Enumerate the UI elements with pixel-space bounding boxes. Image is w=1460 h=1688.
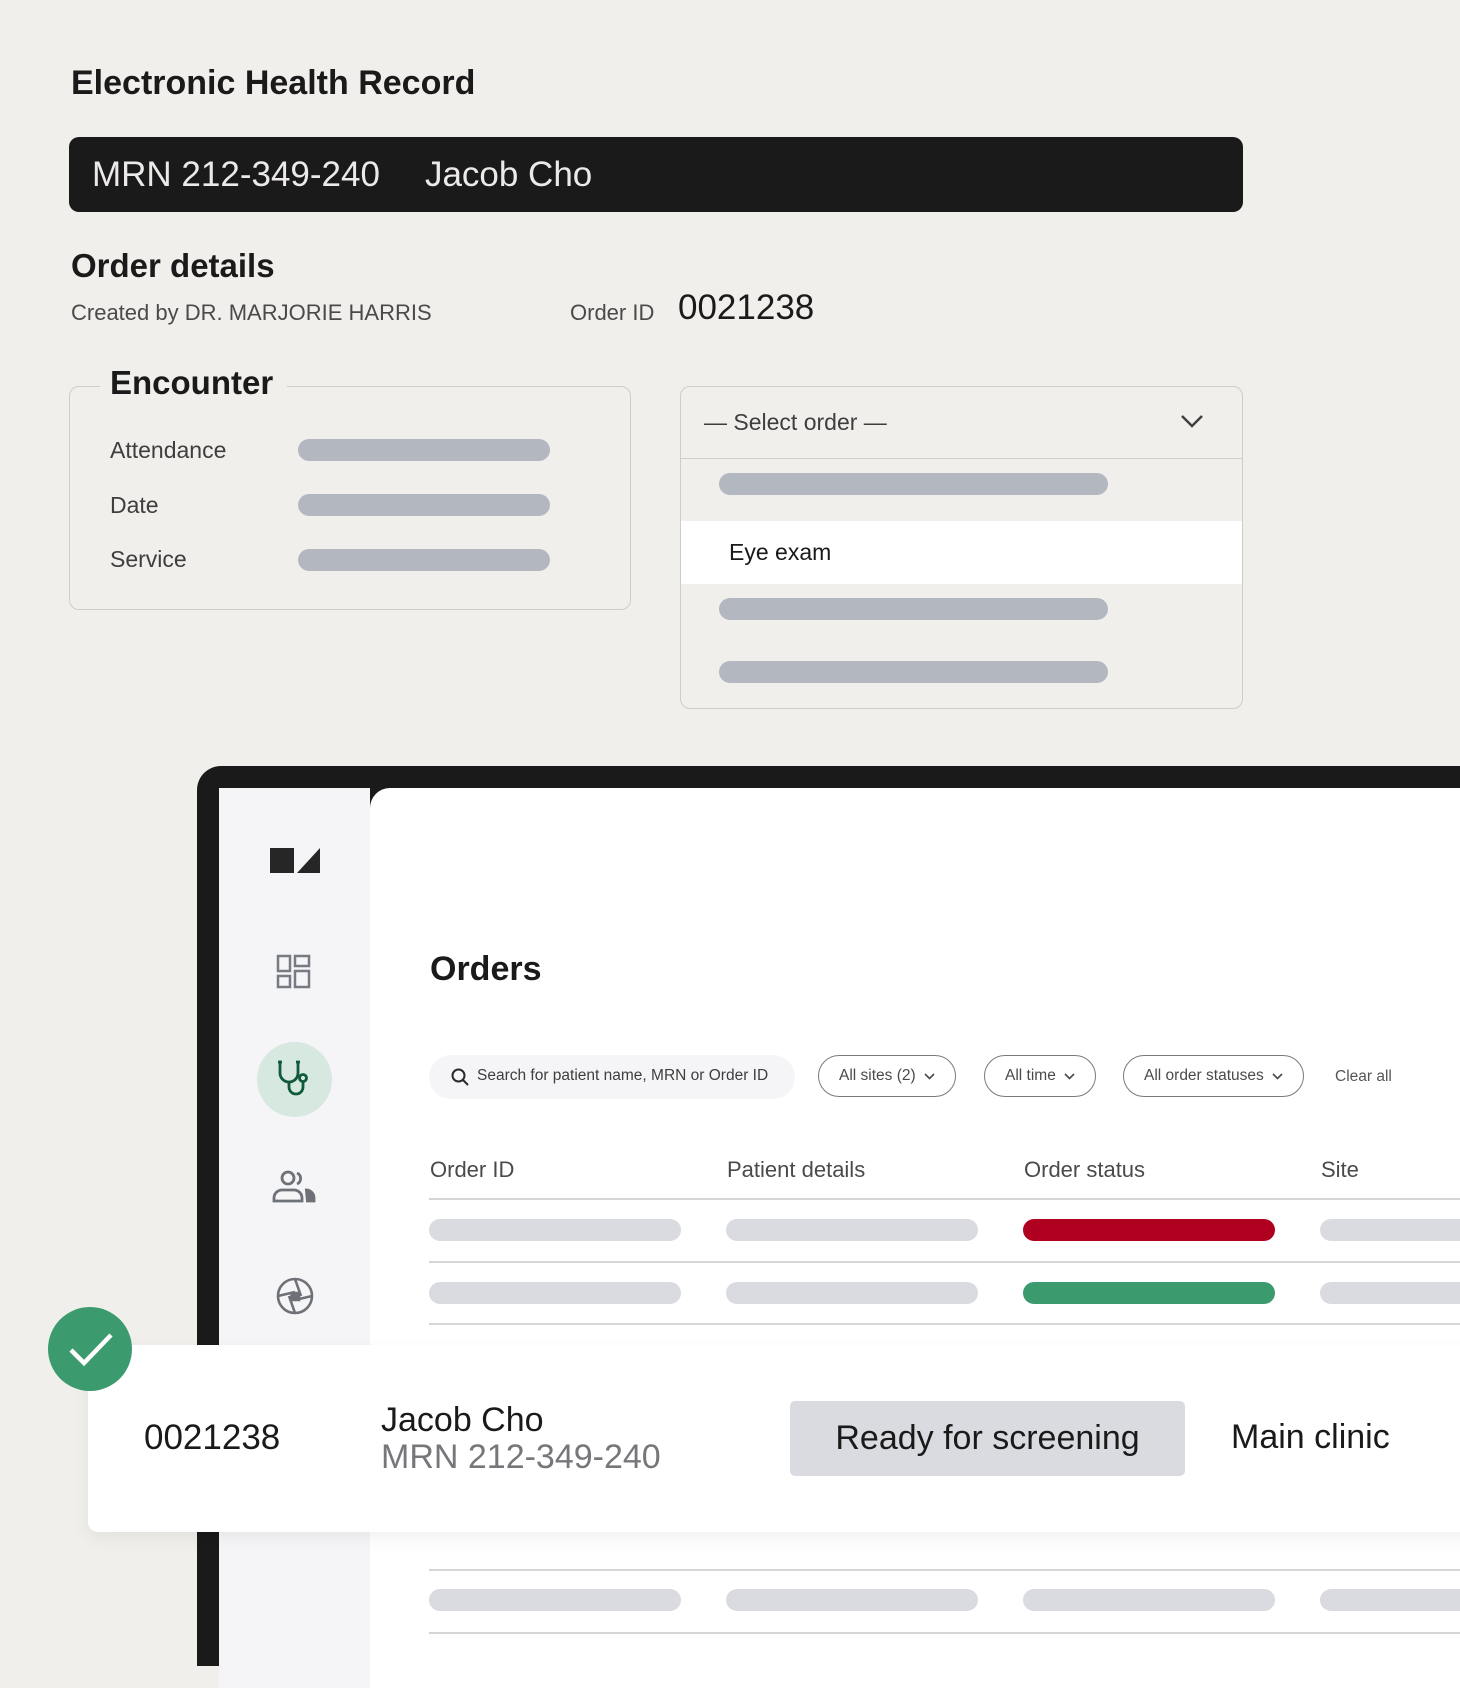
- created-by: Created by DR. MARJORIE HARRIS: [71, 300, 432, 325]
- checkmark-icon: [68, 1331, 114, 1372]
- cell-placeholder: [726, 1219, 978, 1241]
- cell-placeholder: [1023, 1589, 1275, 1611]
- column-header-site[interactable]: Site: [1321, 1157, 1359, 1183]
- patients-icon[interactable]: [272, 1170, 316, 1209]
- card-patient-mrn: MRN 212-349-240: [381, 1438, 661, 1476]
- column-header-order-status[interactable]: Order status: [1024, 1157, 1145, 1183]
- filter-order-status[interactable]: All order statuses: [1123, 1055, 1304, 1097]
- filter-order-status-label: All order statuses: [1144, 1067, 1264, 1084]
- stethoscope-icon: [274, 1059, 314, 1104]
- encounter-title: Encounter: [100, 364, 288, 402]
- status-error-bar: [1023, 1219, 1275, 1241]
- table-row[interactable]: [429, 1219, 1460, 1243]
- filter-sites[interactable]: All sites (2): [818, 1055, 956, 1097]
- order-id-label: Order ID: [570, 300, 655, 325]
- order-id-value: 0021238: [678, 288, 815, 327]
- chevron-down-icon: [924, 1072, 935, 1080]
- app-logo-icon[interactable]: [270, 848, 320, 878]
- search-placeholder: Search for patient name, MRN or Order ID: [477, 1067, 769, 1084]
- card-patient-name: Jacob Cho: [381, 1401, 544, 1439]
- column-header-order-id[interactable]: Order ID: [430, 1157, 514, 1183]
- encounter-label-date: Date: [110, 492, 159, 518]
- aperture-icon[interactable]: [275, 1276, 315, 1321]
- status-success-bar: [1023, 1282, 1275, 1304]
- table-divider: [429, 1632, 1460, 1634]
- search-icon: [451, 1068, 469, 1091]
- order-select-placeholder: — Select order —: [704, 409, 887, 435]
- card-site: Main clinic: [1231, 1418, 1390, 1456]
- encounter-value-placeholder: [298, 439, 550, 461]
- chevron-down-icon: [1272, 1072, 1283, 1080]
- cell-placeholder: [429, 1589, 681, 1611]
- clear-all-button[interactable]: Clear all: [1335, 1068, 1392, 1086]
- chevron-down-icon: [1064, 1072, 1075, 1080]
- cell-placeholder: [1320, 1589, 1460, 1611]
- table-row[interactable]: [429, 1282, 1460, 1306]
- order-option-placeholder[interactable]: [719, 598, 1108, 620]
- order-option-label: Eye exam: [729, 539, 832, 565]
- success-check-badge: [48, 1307, 132, 1391]
- sidebar-item-orders[interactable]: [257, 1042, 332, 1117]
- table-row[interactable]: [429, 1589, 1460, 1613]
- search-input[interactable]: Search for patient name, MRN or Order ID: [429, 1055, 795, 1099]
- table-divider: [429, 1261, 1460, 1263]
- cell-placeholder: [726, 1589, 978, 1611]
- order-select-header[interactable]: — Select order —: [681, 387, 1242, 459]
- card-order-id: 0021238: [144, 1418, 281, 1457]
- order-details-title: Order details: [71, 247, 275, 284]
- order-option-selected[interactable]: Eye exam: [681, 521, 1242, 584]
- table-divider: [429, 1569, 1460, 1571]
- encounter-label-service: Service: [110, 546, 187, 572]
- order-select-dropdown[interactable]: — Select order — Eye exam: [680, 386, 1243, 709]
- cell-placeholder: [429, 1282, 681, 1304]
- order-option-placeholder[interactable]: [719, 473, 1108, 495]
- table-divider: [429, 1323, 1460, 1325]
- ehr-title: Electronic Health Record: [71, 64, 476, 102]
- cell-placeholder: [429, 1219, 681, 1241]
- cell-placeholder: [1320, 1282, 1460, 1304]
- chevron-down-icon[interactable]: [1180, 413, 1204, 434]
- column-header-patient-details[interactable]: Patient details: [727, 1157, 865, 1183]
- encounter-label-attendance: Attendance: [110, 437, 227, 463]
- card-status-badge: Ready for screening: [790, 1401, 1185, 1476]
- encounter-value-placeholder: [298, 494, 550, 516]
- patient-mrn: MRN 212-349-240: [92, 154, 380, 194]
- dashboard-grid-icon[interactable]: [276, 954, 312, 995]
- encounter-value-placeholder: [298, 549, 550, 571]
- filter-time-label: All time: [1005, 1067, 1056, 1084]
- cell-placeholder: [726, 1282, 978, 1304]
- patient-banner: MRN 212-349-240 Jacob Cho: [69, 137, 1243, 212]
- cell-placeholder: [1320, 1219, 1460, 1241]
- patient-name: Jacob Cho: [424, 154, 593, 194]
- table-divider: [429, 1198, 1460, 1200]
- sidebar: [219, 788, 370, 1688]
- orders-title: Orders: [430, 950, 542, 988]
- filter-time[interactable]: All time: [984, 1055, 1096, 1097]
- order-option-placeholder[interactable]: [719, 661, 1108, 683]
- filter-sites-label: All sites (2): [839, 1067, 916, 1084]
